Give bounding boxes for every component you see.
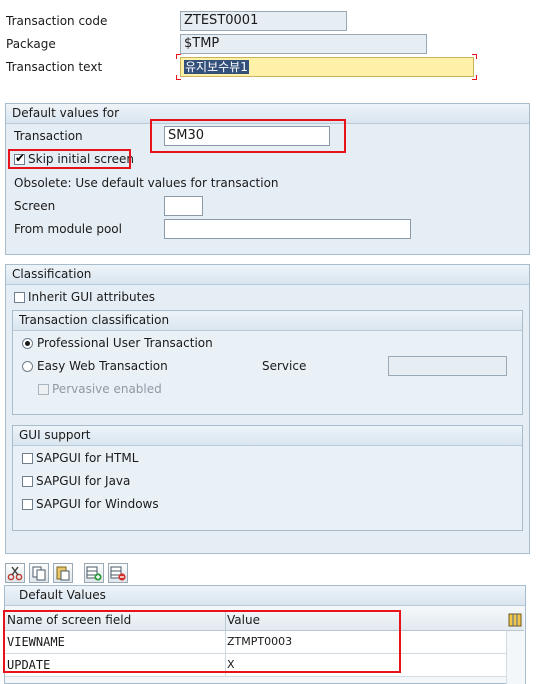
sapgui-java-label: SAPGUI for Java <box>36 474 131 488</box>
field-focus-corner <box>472 54 477 59</box>
cut-button[interactable] <box>5 563 25 583</box>
transaction-code-field[interactable]: ZTEST0001 <box>180 11 347 31</box>
gui-support-title: GUI support <box>13 426 522 446</box>
column-settings-button[interactable] <box>506 610 524 631</box>
service-label: Service <box>262 359 307 373</box>
screen-label: Screen <box>14 199 56 213</box>
highlight-box <box>3 610 401 673</box>
sapgui-html-label: SAPGUI for HTML <box>36 451 139 465</box>
paste-icon <box>56 566 70 581</box>
sapgui-html-checkbox[interactable] <box>22 453 33 464</box>
copy-button[interactable] <box>29 563 49 583</box>
delete-row-button[interactable] <box>108 563 128 583</box>
transaction-text-value: 유지보수뷰1 <box>184 60 249 74</box>
obsolete-note: Obsolete: Use default values for transac… <box>14 176 279 190</box>
paste-button[interactable] <box>53 563 73 583</box>
transaction-code-label: Transaction code <box>6 14 108 28</box>
inherit-gui-label: Inherit GUI attributes <box>28 290 155 304</box>
transaction-text-label: Transaction text <box>6 60 103 74</box>
screen-field[interactable] <box>164 196 203 216</box>
table-settings-icon <box>508 613 522 627</box>
pervasive-checkbox[interactable] <box>38 384 49 395</box>
highlight-box <box>150 119 346 153</box>
transaction-text-field[interactable]: 유지보수뷰1 <box>180 57 474 77</box>
transaction-classification-title: Transaction classification <box>13 311 522 331</box>
sapgui-windows-label: SAPGUI for Windows <box>36 497 159 511</box>
copy-icon <box>32 566 46 581</box>
field-focus-corner <box>176 75 181 80</box>
field-focus-corner <box>472 75 477 80</box>
module-pool-label: From module pool <box>14 222 122 236</box>
insert-row-button[interactable] <box>84 563 104 583</box>
inherit-gui-checkbox[interactable] <box>14 292 25 303</box>
sapgui-java-checkbox[interactable] <box>22 476 33 487</box>
easy-web-label: Easy Web Transaction <box>37 359 168 373</box>
highlight-box <box>8 149 131 169</box>
package-field[interactable]: $TMP <box>180 34 427 54</box>
easy-web-radio[interactable] <box>22 361 33 372</box>
sapgui-windows-checkbox[interactable] <box>22 499 33 510</box>
package-label: Package <box>6 37 56 51</box>
table-scroll-area[interactable] <box>506 631 525 684</box>
cut-icon <box>7 566 23 581</box>
transaction-label: Transaction <box>14 129 83 143</box>
radio-selected-dot <box>25 341 30 346</box>
delete-row-icon <box>110 566 126 581</box>
service-field[interactable] <box>388 356 507 376</box>
table-title: Default Values <box>5 586 525 606</box>
professional-label: Professional User Transaction <box>37 336 213 350</box>
pervasive-label: Pervasive enabled <box>52 382 162 396</box>
professional-radio[interactable] <box>22 338 33 349</box>
field-focus-corner <box>176 54 181 59</box>
insert-row-icon <box>86 566 102 581</box>
module-pool-field[interactable] <box>164 219 411 239</box>
classification-title: Classification <box>6 265 529 285</box>
